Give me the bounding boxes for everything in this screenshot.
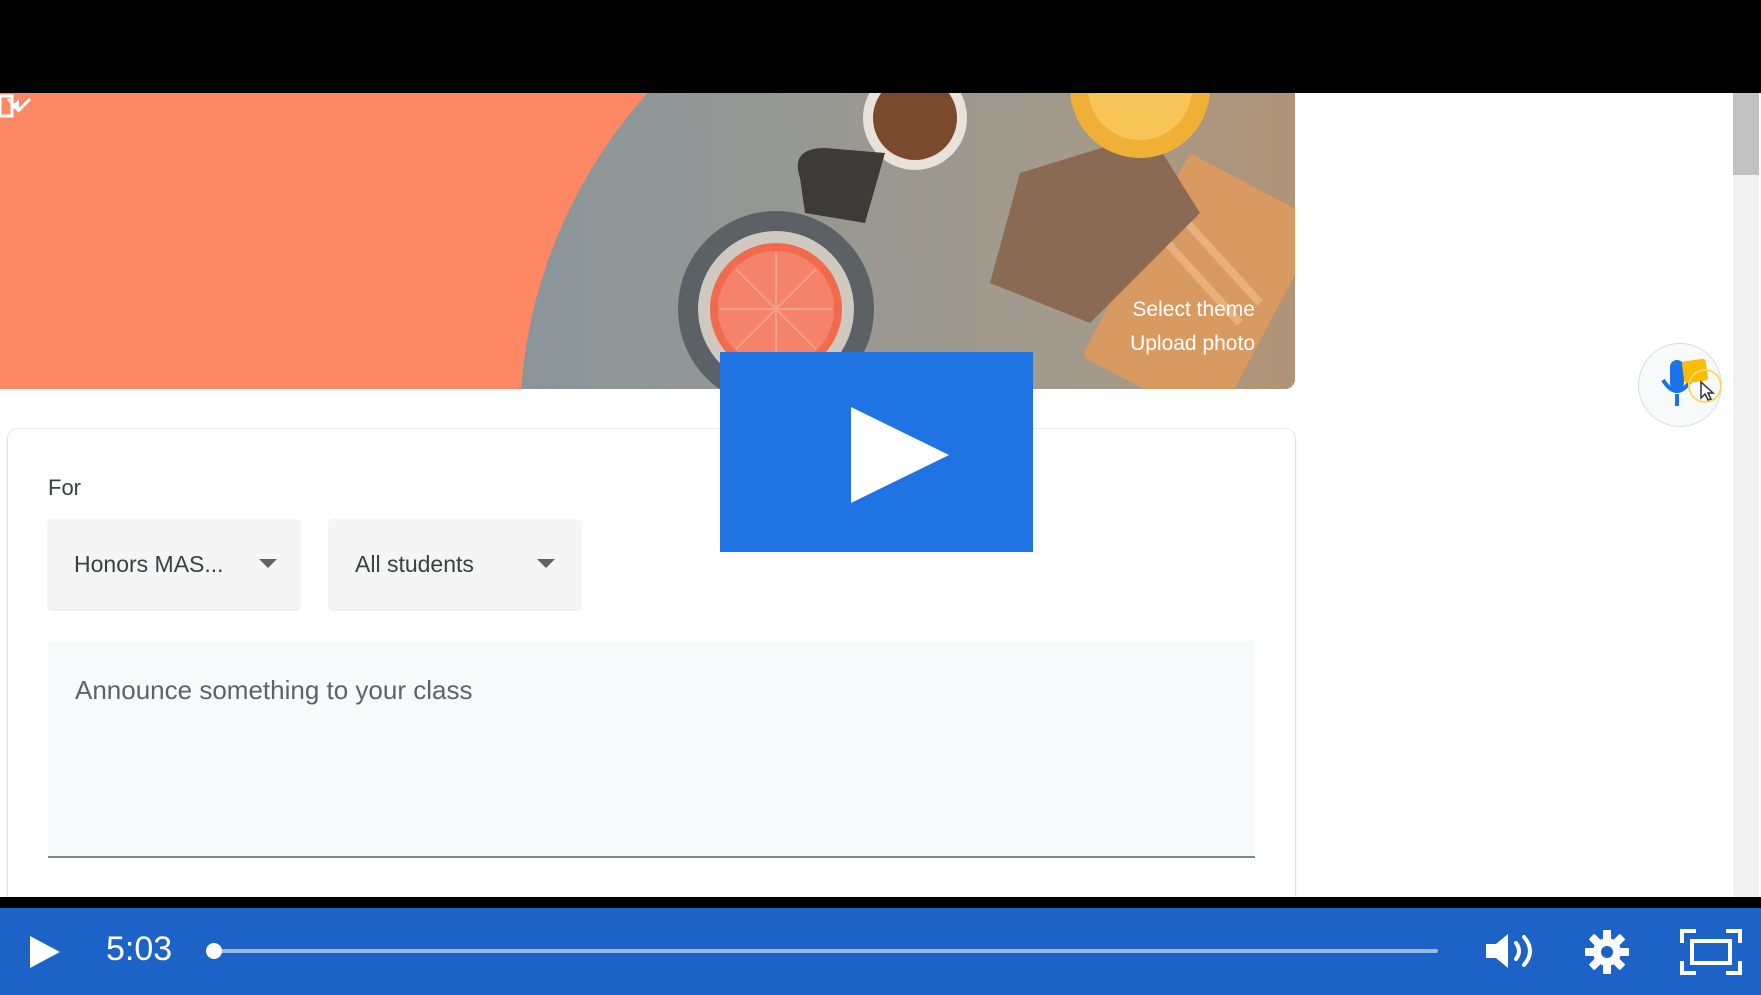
time-display: 5:03 — [106, 930, 173, 968]
settings-gear-icon[interactable] — [1584, 929, 1630, 975]
progress-handle[interactable] — [206, 943, 223, 959]
play-icon[interactable] — [28, 934, 62, 970]
chevron-down-icon[interactable] — [0, 93, 38, 115]
progress-track[interactable] — [206, 943, 1438, 959]
video-controls-bar: 5:03 — [0, 908, 1761, 995]
video-play-overlay-button[interactable] — [720, 352, 1033, 552]
microphone-icon — [1661, 358, 1722, 406]
announcement-card: For Honors MAS... All students Announce … — [8, 429, 1295, 897]
announcement-placeholder: Announce something to your class — [75, 675, 473, 705]
top-black-bar — [0, 0, 1761, 93]
announcement-input[interactable]: Announce something to your class — [48, 641, 1255, 858]
play-icon — [851, 407, 949, 503]
fullscreen-icon[interactable] — [1680, 929, 1742, 975]
upload-photo-link[interactable]: Upload photo — [1130, 332, 1255, 356]
volume-icon[interactable] — [1482, 929, 1538, 973]
class-select[interactable]: Honors MAS... — [48, 519, 300, 609]
class-select-value: Honors MAS... — [74, 551, 224, 577]
voice-typing-button[interactable] — [1638, 343, 1722, 427]
dropdown-arrow-icon — [259, 559, 277, 568]
page-scrollbar[interactable] — [1733, 93, 1759, 897]
dropdown-arrow-icon — [537, 559, 555, 568]
for-label: For — [48, 475, 81, 500]
scrollbar-thumb[interactable] — [1733, 93, 1759, 175]
select-theme-link[interactable]: Select theme — [1132, 298, 1255, 322]
students-select-value: All students — [355, 551, 474, 577]
students-select[interactable]: All students — [329, 519, 581, 609]
banner-illustration — [521, 93, 1295, 389]
class-banner: Select theme Upload photo — [0, 93, 1295, 389]
